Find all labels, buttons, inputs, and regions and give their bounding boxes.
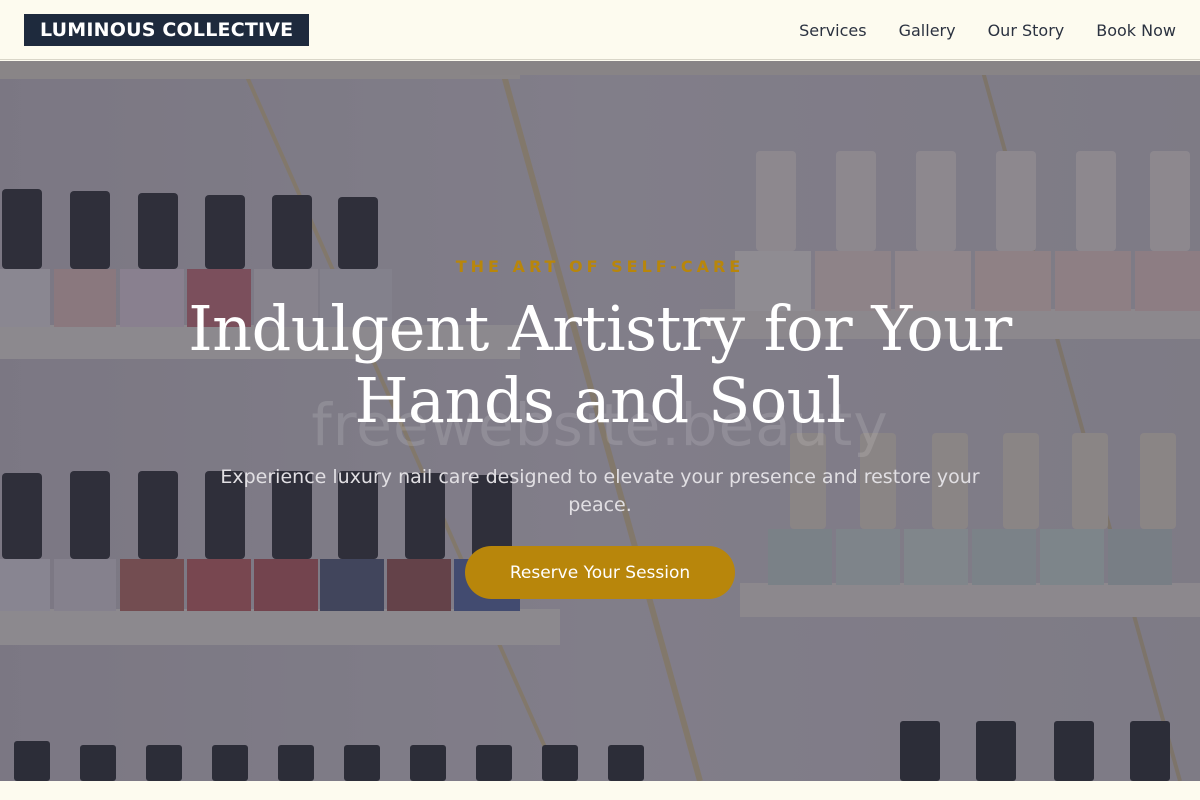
below-hero-strip [0, 781, 1200, 800]
main-nav: Services Gallery Our Story Book Now [799, 0, 1176, 60]
hero-headline-line-1: Indulgent Artistry for Your [188, 292, 1012, 365]
hero-eyebrow: THE ART OF SELF-CARE [455, 257, 745, 276]
nav-link-services[interactable]: Services [799, 21, 866, 40]
hero-headline-line-2: Hands and Soul [354, 364, 846, 437]
site-logo[interactable]: LUMINOUS COLLECTIVE [24, 14, 310, 46]
nav-link-our-story[interactable]: Our Story [988, 21, 1065, 40]
nav-link-gallery[interactable]: Gallery [899, 21, 956, 40]
hero-headline: Indulgent Artistry for Your Hands and So… [150, 293, 1050, 437]
hero-content: THE ART OF SELF-CARE freewebsite.beauty … [0, 61, 1200, 781]
site-header: LUMINOUS COLLECTIVE Services Gallery Our… [0, 0, 1200, 60]
hero-subtext: Experience luxury nail care designed to … [220, 466, 980, 516]
reserve-session-button[interactable]: Reserve Your Session [465, 546, 735, 599]
hero-section: THE ART OF SELF-CARE freewebsite.beauty … [0, 61, 1200, 781]
nav-link-book-now[interactable]: Book Now [1096, 21, 1176, 40]
